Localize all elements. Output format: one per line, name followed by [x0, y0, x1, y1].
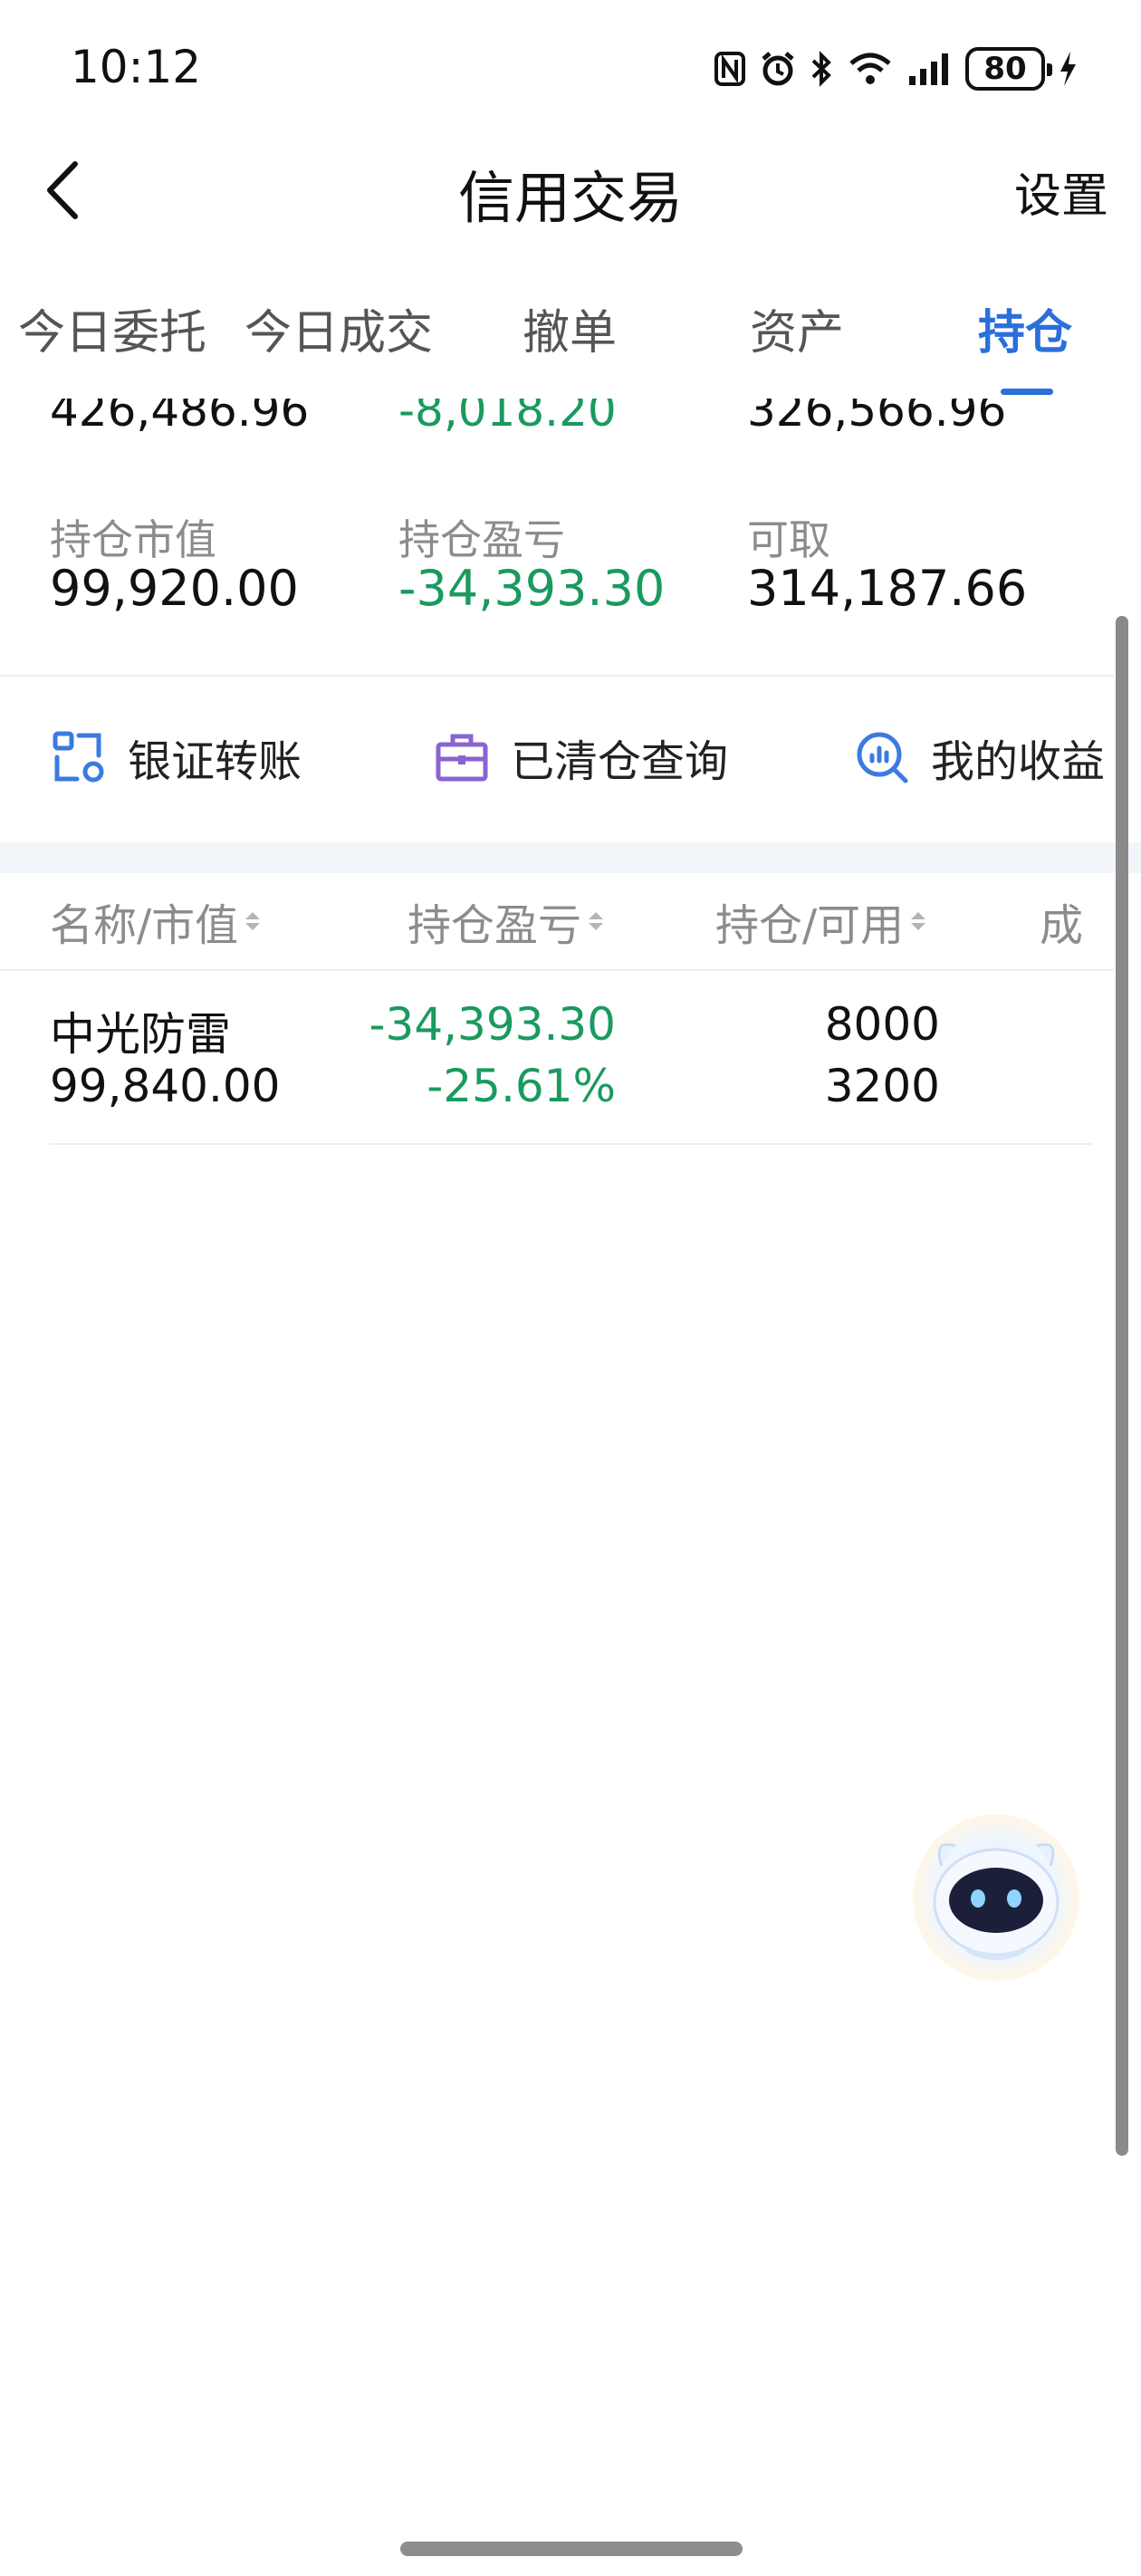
cleared-positions-button[interactable]: 已清仓查询 [433, 721, 728, 793]
withdrawable-label: 可取 [747, 515, 830, 564]
summary-partial-value-1: 426,486.96 [50, 399, 310, 437]
nfc-icon [714, 49, 746, 89]
tab-bar: 今日委托 今日成交 撤单 资产 持仓 [0, 294, 1141, 403]
signal-icon [907, 49, 953, 89]
market-value: 99,920.00 [50, 560, 299, 617]
stock-available: 3200 [824, 1060, 940, 1112]
settings-button[interactable]: 设置 [1014, 158, 1108, 226]
scrollbar[interactable] [1116, 616, 1128, 2156]
summary-divider [0, 675, 1114, 677]
header-name-value[interactable]: 名称/市值 [50, 889, 261, 953]
sort-icon [589, 912, 604, 930]
row-divider [50, 1143, 1091, 1145]
stock-name: 中光防雷 [50, 1008, 231, 1061]
asset-summary: 426,486.96 -8,018.20 326,566.96 持仓市值 99,… [0, 399, 1114, 675]
position-pnl-label: 持仓盈亏 [398, 515, 565, 564]
header-cost[interactable]: 成 [1040, 889, 1083, 953]
header-name-value-label: 名称/市值 [50, 900, 239, 951]
page-title: 信用交易 [457, 165, 683, 231]
tab-positions[interactable]: 持仓 [978, 294, 1072, 362]
header-cost-label: 成 [1040, 900, 1084, 951]
withdrawable-value: 314,187.66 [747, 560, 1028, 617]
market-value-label: 持仓市值 [50, 515, 216, 564]
status-icons: 80 [714, 45, 1078, 92]
bluetooth-icon [810, 49, 833, 89]
status-bar: 10:12 80 [0, 0, 1141, 136]
alarm-icon [759, 49, 797, 89]
active-tab-indicator [1001, 389, 1053, 395]
tab-cancel-order[interactable]: 撤单 [523, 294, 617, 362]
credit-trading-screen: 10:12 80 信用交易 设置 今日委托 今日成交 撤单 资产 持仓 426,… [0, 0, 1141, 2576]
position-pnl-value: -34,393.30 [398, 560, 666, 617]
stock-market-value: 99,840.00 [50, 1060, 281, 1112]
header-position-available[interactable]: 持仓/可用 [715, 889, 926, 953]
bank-transfer-icon [53, 731, 104, 783]
nav-bar: 信用交易 设置 [0, 136, 1141, 240]
tab-assets[interactable]: 资产 [750, 294, 844, 362]
wifi-icon [846, 49, 895, 89]
bank-transfer-label: 银证转账 [128, 736, 302, 787]
stock-pnl: -34,393.30 [369, 998, 616, 1051]
earnings-search-icon [857, 732, 908, 783]
cleared-positions-label: 已清仓查询 [511, 736, 729, 787]
briefcase-icon [436, 734, 488, 782]
status-time: 10:12 [71, 41, 202, 93]
positions-table-header: 名称/市值 持仓盈亏 持仓/可用 成 [0, 873, 1114, 971]
sort-icon [911, 912, 926, 930]
home-indicator[interactable] [400, 2542, 743, 2556]
section-separator [0, 842, 1141, 873]
sort-icon [245, 912, 261, 930]
charging-icon [1058, 49, 1078, 89]
battery-indicator: 80 [965, 47, 1052, 91]
my-earnings-button[interactable]: 我的收益 [853, 721, 1105, 793]
quick-actions: 银证转账 已清仓查询 我的收益 [0, 688, 1114, 833]
tab-today-orders[interactable]: 今日委托 [18, 294, 206, 362]
assistant-bot-button[interactable] [906, 1812, 1087, 1984]
summary-partial-value-2: -8,018.20 [398, 399, 617, 437]
header-pnl-label: 持仓盈亏 [408, 900, 582, 951]
header-pnl[interactable]: 持仓盈亏 [408, 889, 604, 953]
my-earnings-label: 我的收益 [931, 736, 1106, 787]
table-row[interactable]: 中光防雷 99,840.00 -34,393.30 -25.61% 8000 3… [0, 971, 1114, 1143]
bank-transfer-button[interactable]: 银证转账 [50, 721, 302, 793]
robot-assistant-icon [913, 1814, 1079, 1981]
stock-position: 8000 [824, 998, 940, 1051]
summary-partial-value-3: 326,566.96 [747, 399, 1007, 437]
header-position-available-label: 持仓/可用 [715, 900, 905, 951]
stock-pnl-percent: -25.61% [427, 1060, 616, 1112]
tab-today-deals[interactable]: 今日成交 [244, 294, 433, 362]
